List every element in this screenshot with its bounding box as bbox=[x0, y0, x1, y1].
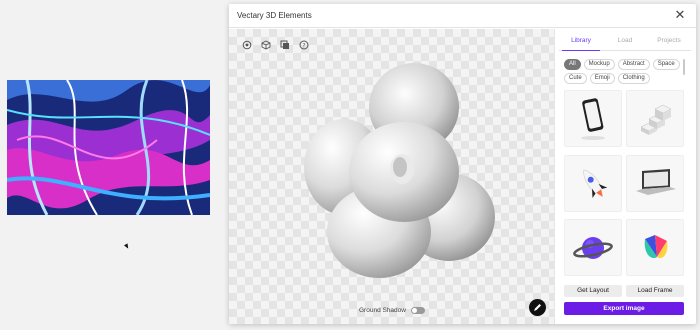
rocket-icon bbox=[583, 169, 608, 199]
planet-icon bbox=[573, 236, 613, 259]
ground-shadow-label: Ground Shadow bbox=[359, 307, 406, 314]
pen-tool-button[interactable] bbox=[529, 299, 546, 316]
tab-library[interactable]: Library bbox=[559, 37, 603, 51]
filter-mockup[interactable]: Mockup bbox=[583, 59, 615, 70]
element-phone-mockup[interactable] bbox=[564, 90, 622, 147]
help-icon[interactable]: ? bbox=[298, 39, 310, 51]
element-abstract-shape[interactable] bbox=[626, 219, 684, 277]
filter-clothing[interactable]: Clothing bbox=[617, 73, 650, 84]
ground-shadow-control: Ground Shadow bbox=[359, 307, 425, 314]
vectary-3d-elements-dialog: Vectary 3D Elements ✕ ? Ground Shadow Li… bbox=[229, 4, 696, 324]
mouse-cursor-icon bbox=[124, 243, 130, 250]
cube-icon[interactable] bbox=[260, 39, 272, 51]
cubes-icon bbox=[640, 104, 672, 135]
panel-tabs: Library Load Projects bbox=[559, 37, 691, 51]
elements-grid bbox=[564, 90, 684, 280]
filter-all[interactable]: All bbox=[564, 59, 581, 70]
abstract-shape-icon bbox=[644, 234, 668, 258]
filter-emoji[interactable]: Emoji bbox=[589, 73, 615, 84]
filter-cute[interactable]: Cute bbox=[564, 73, 587, 84]
filter-space[interactable]: Space bbox=[652, 59, 680, 70]
layers-icon[interactable] bbox=[279, 39, 291, 51]
ground-shadow-toggle[interactable] bbox=[410, 307, 425, 314]
element-cubes-stairs[interactable] bbox=[626, 90, 684, 147]
element-laptop-mockup[interactable] bbox=[626, 154, 684, 212]
get-layout-button[interactable]: Get Layout bbox=[564, 285, 622, 297]
close-icon[interactable]: ✕ bbox=[672, 7, 688, 23]
filter-chips: All Mockup Abstract Space Cute Emoji Clo… bbox=[564, 59, 688, 84]
filter-abstract[interactable]: Abstract bbox=[617, 59, 650, 70]
viewport-toolbar: ? bbox=[241, 39, 310, 51]
svg-text:?: ? bbox=[302, 42, 305, 49]
laptop-icon bbox=[636, 169, 676, 196]
tab-load[interactable]: Load bbox=[603, 37, 647, 50]
element-rocket[interactable] bbox=[564, 154, 622, 212]
panel-scrollbar[interactable] bbox=[683, 59, 685, 75]
panel-actions: Get Layout Load Frame bbox=[564, 285, 684, 297]
phone-icon bbox=[581, 97, 605, 140]
dialog-title: Vectary 3D Elements bbox=[237, 11, 312, 20]
selected-artwork-image[interactable] bbox=[7, 80, 210, 215]
orbit-icon[interactable] bbox=[241, 39, 253, 51]
3d-viewport[interactable]: ? Ground Shadow bbox=[229, 29, 554, 324]
load-frame-button[interactable]: Load Frame bbox=[626, 285, 684, 297]
element-planet[interactable] bbox=[564, 219, 622, 277]
library-panel: Library Load Projects All Mockup Abstrac… bbox=[554, 29, 696, 324]
tab-projects[interactable]: Projects bbox=[647, 37, 691, 50]
3d-abstract-blob[interactable] bbox=[289, 57, 499, 279]
dialog-titlebar: Vectary 3D Elements ✕ bbox=[229, 4, 696, 28]
export-image-button[interactable]: Export image bbox=[564, 302, 684, 315]
pencil-icon bbox=[534, 304, 541, 311]
